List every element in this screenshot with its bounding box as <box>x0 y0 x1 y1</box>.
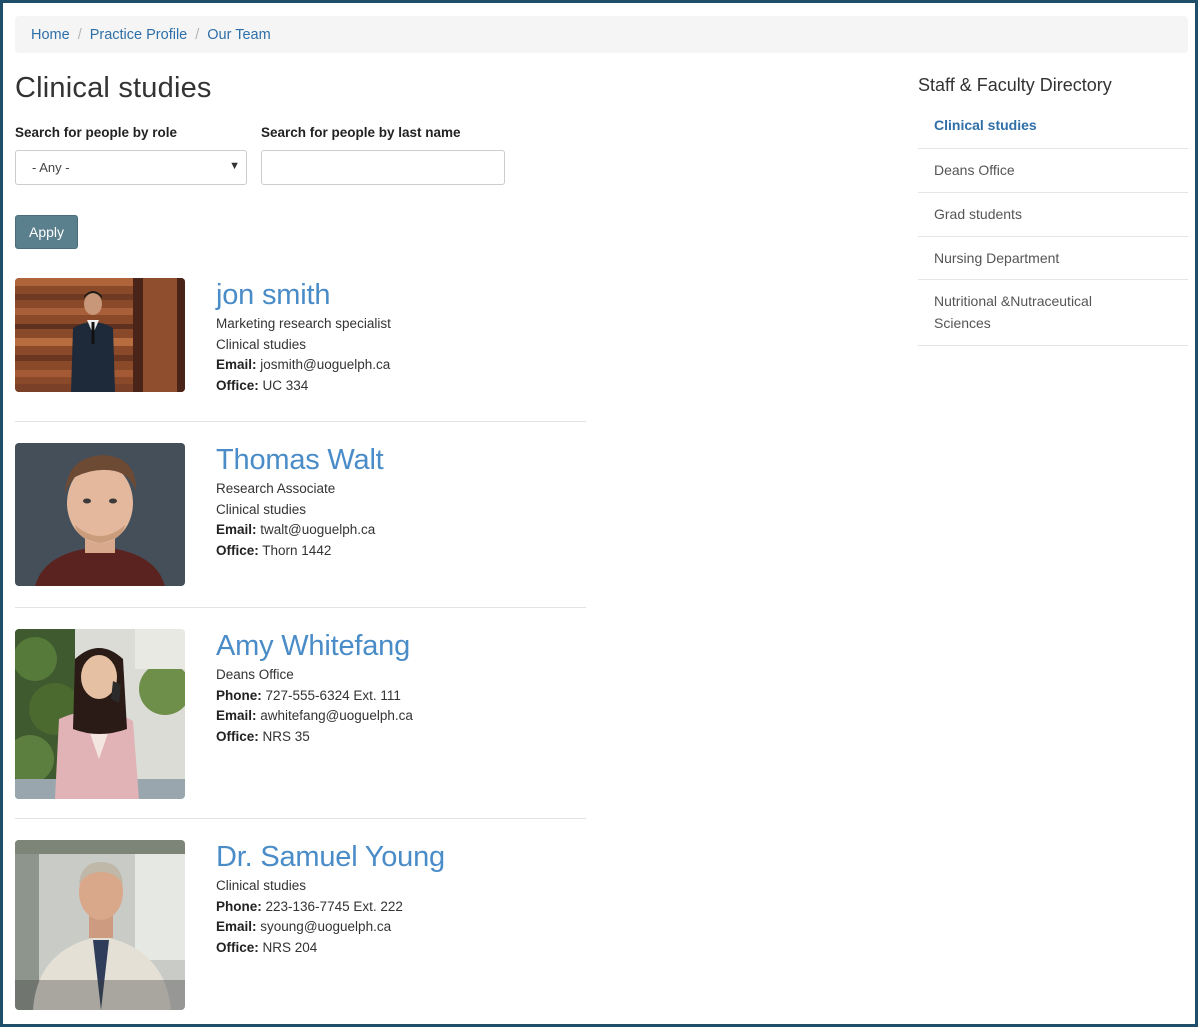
email-label: Email: <box>216 357 257 373</box>
breadcrumb-home-link[interactable]: Home <box>31 27 70 43</box>
person-department: Deans Office <box>216 667 294 682</box>
person-card: Amy Whitefang Deans Office Phone: 727-55… <box>15 629 586 801</box>
person-card: Thomas Walt Research Associate Clinical … <box>15 443 586 588</box>
person-divider <box>15 818 586 819</box>
email-label: Email: <box>216 708 257 724</box>
person-info: Thomas Walt Research Associate Clinical … <box>216 443 384 562</box>
person-name-link[interactable]: Thomas Walt <box>216 443 384 477</box>
person-photo[interactable] <box>15 629 185 799</box>
person-name-link[interactable]: jon smith <box>216 278 391 312</box>
person-info: Dr. Samuel Young Clinical studies Phone:… <box>216 840 445 959</box>
lastname-filter-label: Search for people by last name <box>261 125 461 140</box>
person-phone: 223-136-7745 Ext. 222 <box>265 898 403 914</box>
person-office: NRS 204 <box>262 940 318 956</box>
person-office-row: Office: NRS 35 <box>216 727 413 748</box>
person-email: awhitefang@uoguelph.ca <box>260 708 413 724</box>
sidebar-item-nutritional-sciences[interactable]: Nutritional &Nutraceutical Sciences <box>918 280 1188 346</box>
sidebar-item-deans-office[interactable]: Deans Office <box>918 149 1188 193</box>
breadcrumb-practice-profile-link[interactable]: Practice Profile <box>90 27 188 43</box>
person-email: josmith@uoguelph.ca <box>260 357 391 373</box>
sidebar-item-nursing-department[interactable]: Nursing Department <box>918 237 1188 280</box>
caret-down-icon: ▼ <box>229 160 240 172</box>
person-photo[interactable] <box>15 840 185 1010</box>
person-office: UC 334 <box>262 378 309 394</box>
person-office-row: Office: NRS 204 <box>216 938 445 959</box>
breadcrumb-separator: / <box>195 26 200 43</box>
person-email: syoung@uoguelph.ca <box>260 919 392 935</box>
role-select[interactable]: - Any - ▼ <box>15 150 247 185</box>
lastname-search-input[interactable] <box>261 150 505 185</box>
office-label: Office: <box>216 729 259 745</box>
person-card: Dr. Samuel Young Clinical studies Phone:… <box>15 840 586 1012</box>
person-email-row: Email: josmith@uoguelph.ca <box>216 355 391 376</box>
person-role: Research Associate <box>216 481 336 496</box>
office-label: Office: <box>216 940 259 956</box>
person-office: NRS 35 <box>262 729 310 745</box>
person-divider <box>15 421 586 422</box>
person-info: jon smith Marketing research specialist … <box>216 278 391 397</box>
phone-label: Phone: <box>216 898 262 914</box>
breadcrumb-separator: / <box>77 26 82 43</box>
role-select-value: - Any - <box>32 160 70 175</box>
person-office: Thorn 1442 <box>262 543 332 559</box>
person-name-link[interactable]: Dr. Samuel Young <box>216 840 445 874</box>
person-photo[interactable] <box>15 443 185 586</box>
person-office-row: Office: Thorn 1442 <box>216 541 384 562</box>
office-label: Office: <box>216 543 259 559</box>
person-phone-row: Phone: 727-555-6324 Ext. 111 <box>216 686 413 707</box>
person-email-row: Email: twalt@uoguelph.ca <box>216 520 384 541</box>
person-role: Marketing research specialist <box>216 316 391 331</box>
email-label: Email: <box>216 522 257 538</box>
person-email-row: Email: awhitefang@uoguelph.ca <box>216 706 413 727</box>
person-card: jon smith Marketing research specialist … <box>15 278 586 398</box>
person-divider <box>15 607 586 608</box>
person-office-row: Office: UC 334 <box>216 376 391 397</box>
sidebar-title: Staff & Faculty Directory <box>918 75 1112 95</box>
role-filter-label: Search for people by role <box>15 125 178 140</box>
person-department: Clinical studies <box>216 878 307 893</box>
sidebar: Staff & Faculty Directory Clinical studi… <box>918 72 1188 346</box>
office-label: Office: <box>216 378 259 394</box>
person-phone: 727-555-6324 Ext. 111 <box>265 687 401 703</box>
breadcrumb-our-team-link[interactable]: Our Team <box>207 27 270 43</box>
person-name-link[interactable]: Amy Whitefang <box>216 629 413 663</box>
person-phone-row: Phone: 223-136-7745 Ext. 222 <box>216 897 445 918</box>
person-photo[interactable] <box>15 278 185 392</box>
sidebar-item-clinical-studies[interactable]: Clinical studies <box>918 106 1188 149</box>
person-email: twalt@uoguelph.ca <box>260 522 376 538</box>
apply-button[interactable]: Apply <box>15 215 78 249</box>
person-department: Clinical studies <box>216 501 307 517</box>
person-info: Amy Whitefang Deans Office Phone: 727-55… <box>216 629 413 748</box>
person-email-row: Email: syoung@uoguelph.ca <box>216 917 445 938</box>
email-label: Email: <box>216 919 257 935</box>
page-title: Clinical studies <box>15 72 212 104</box>
person-department: Clinical studies <box>216 336 307 352</box>
breadcrumb: Home / Practice Profile / Our Team <box>15 16 1188 53</box>
phone-label: Phone: <box>216 687 262 703</box>
sidebar-nav: Clinical studies Deans Office Grad stude… <box>918 106 1188 346</box>
sidebar-item-grad-students[interactable]: Grad students <box>918 193 1188 237</box>
